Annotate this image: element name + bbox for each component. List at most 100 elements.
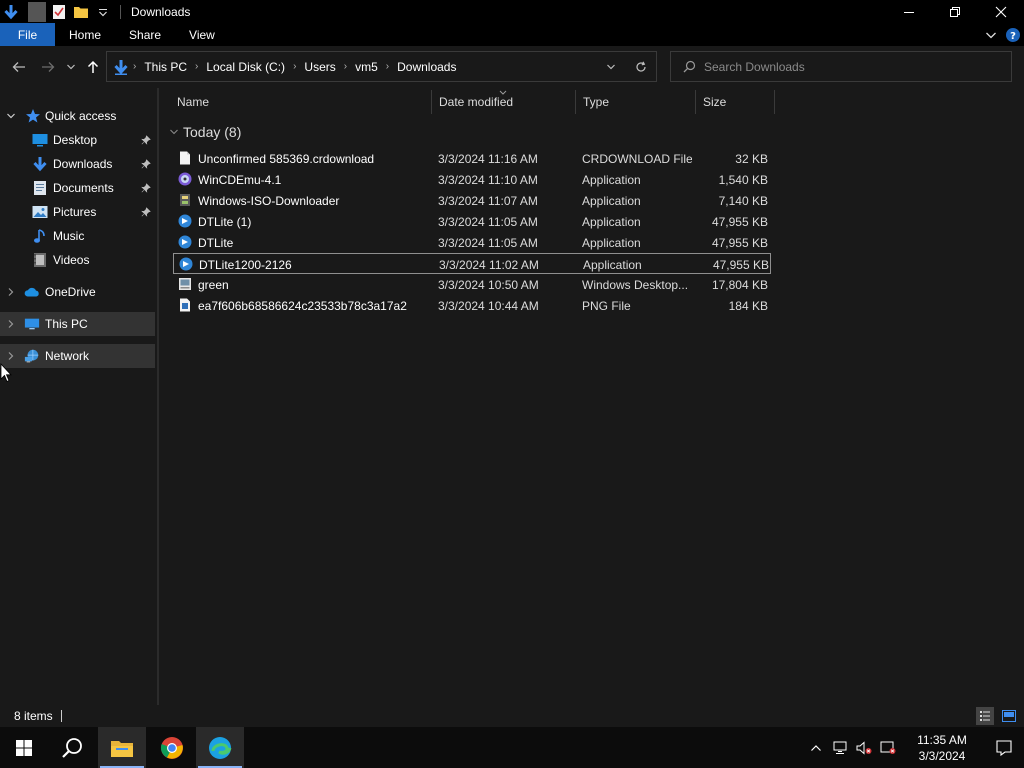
- up-button[interactable]: [82, 56, 104, 78]
- chrome-taskbar-icon[interactable]: [148, 727, 196, 768]
- nav-item-music[interactable]: Music: [0, 224, 155, 248]
- address-bar[interactable]: › This PC › Local Disk (C:) › Users › vm…: [106, 51, 657, 82]
- close-button[interactable]: [978, 0, 1024, 23]
- column-header-size[interactable]: Size: [696, 90, 775, 114]
- title-bar: Downloads: [0, 0, 1024, 23]
- nav-onedrive[interactable]: OneDrive: [0, 280, 155, 304]
- file-size: 1,540 KB: [718, 172, 768, 187]
- breadcrumb-downloads[interactable]: Downloads: [391, 52, 462, 81]
- nav-label: This PC: [45, 317, 88, 331]
- download-arrow-icon: [32, 156, 48, 172]
- nav-item-videos[interactable]: Videos: [0, 248, 155, 272]
- breadcrumb-local-disk[interactable]: Local Disk (C:): [200, 52, 291, 81]
- file-row[interactable]: ea7f606b68586624c23533b78c3a17a2 3/3/202…: [173, 295, 771, 316]
- expand-ribbon-chevron-icon[interactable]: [980, 23, 1002, 46]
- file-row[interactable]: green 3/3/2024 10:50 AM Windows Desktop.…: [173, 274, 771, 295]
- file-type: Application: [582, 214, 641, 229]
- column-header-type[interactable]: Type: [576, 90, 696, 114]
- volume-muted-icon[interactable]: [852, 727, 876, 768]
- properties-icon[interactable]: [50, 2, 68, 22]
- tab-view[interactable]: View: [175, 23, 229, 46]
- pin-icon[interactable]: [139, 200, 153, 224]
- item-count: 8 items: [14, 709, 53, 723]
- breadcrumb-chevron-icon[interactable]: ›: [131, 52, 138, 81]
- daemon-tools-icon: [178, 214, 192, 228]
- breadcrumb-chevron-icon[interactable]: ›: [193, 52, 200, 81]
- file-date: 3/3/2024 11:05 AM: [438, 235, 538, 250]
- search-input[interactable]: [704, 59, 1004, 74]
- breadcrumb-chevron-icon[interactable]: ›: [384, 52, 391, 81]
- nav-network[interactable]: Network: [0, 344, 155, 368]
- file-date: 3/3/2024 11:02 AM: [439, 257, 539, 272]
- large-icons-view-icon[interactable]: [1000, 707, 1018, 725]
- column-header-name[interactable]: Name: [170, 90, 432, 114]
- customize-toolbar-chevron-icon[interactable]: [94, 2, 112, 22]
- back-button[interactable]: [8, 56, 30, 78]
- music-note-icon: [32, 228, 48, 244]
- details-view-icon[interactable]: [976, 707, 994, 725]
- nav-label: OneDrive: [45, 285, 96, 299]
- restore-button[interactable]: [932, 0, 978, 23]
- nav-item-downloads[interactable]: Downloads: [0, 152, 155, 176]
- file-size: 184 KB: [728, 298, 768, 313]
- start-button[interactable]: [0, 727, 48, 768]
- file-row[interactable]: WinCDEmu-4.1 3/3/2024 11:10 AM Applicati…: [173, 169, 771, 190]
- nav-item-documents[interactable]: Documents: [0, 176, 155, 200]
- file-row[interactable]: Windows-ISO-Downloader 3/3/2024 11:07 AM…: [173, 190, 771, 211]
- pin-icon[interactable]: [139, 128, 153, 152]
- minimize-button[interactable]: [886, 0, 932, 23]
- expand-chevron-icon[interactable]: [4, 280, 18, 304]
- tab-home[interactable]: Home: [55, 23, 115, 46]
- app-icon: [178, 193, 192, 207]
- group-header-today[interactable]: Today (8): [167, 122, 241, 142]
- breadcrumb-chevron-icon[interactable]: ›: [342, 52, 349, 81]
- pin-icon[interactable]: [139, 152, 153, 176]
- nav-item-desktop[interactable]: Desktop: [0, 128, 155, 152]
- mouse-cursor-icon: [0, 362, 12, 383]
- blank-file-icon: [178, 151, 192, 165]
- file-date: 3/3/2024 10:50 AM: [438, 277, 539, 292]
- file-type: Application: [582, 172, 641, 187]
- collapse-chevron-icon[interactable]: [4, 104, 18, 128]
- help-icon[interactable]: ?: [1002, 23, 1024, 46]
- search-box[interactable]: [670, 51, 1012, 82]
- file-row[interactable]: DTLite 3/3/2024 11:05 AM Application 47,…: [173, 232, 771, 253]
- collapse-chevron-icon[interactable]: [167, 128, 181, 136]
- file-row[interactable]: DTLite (1) 3/3/2024 11:05 AM Application…: [173, 211, 771, 232]
- recent-locations-chevron-icon[interactable]: [61, 56, 81, 78]
- nav-this-pc[interactable]: This PC: [0, 312, 155, 336]
- window-controls: [886, 0, 1024, 23]
- group-label: Today (8): [183, 124, 242, 140]
- computer-icon: [24, 316, 40, 332]
- forward-button[interactable]: [37, 56, 59, 78]
- file-explorer-taskbar-icon[interactable]: [98, 727, 146, 768]
- refresh-icon[interactable]: [626, 52, 656, 81]
- tab-file[interactable]: File: [0, 23, 55, 46]
- search-taskbar-button[interactable]: [48, 727, 96, 768]
- edge-taskbar-icon[interactable]: [196, 727, 244, 768]
- nav-quick-access[interactable]: Quick access: [0, 104, 155, 128]
- breadcrumb-vm5[interactable]: vm5: [349, 52, 384, 81]
- file-name: Windows-ISO-Downloader: [198, 193, 340, 208]
- breadcrumb-users[interactable]: Users: [298, 52, 341, 81]
- notification-icon[interactable]: [984, 727, 1024, 768]
- nav-item-pictures[interactable]: Pictures: [0, 200, 155, 224]
- action-center-status-icon[interactable]: [876, 727, 900, 768]
- breadcrumb-chevron-icon[interactable]: ›: [291, 52, 298, 81]
- nav-label: Quick access: [45, 109, 117, 123]
- desktop-icon: [32, 132, 48, 148]
- chevron-up-icon[interactable]: [804, 727, 828, 768]
- file-row-focused[interactable]: DTLite1200-2126 3/3/2024 11:02 AM Applic…: [173, 253, 771, 274]
- clock[interactable]: 11:35 AM 3/3/2024: [900, 732, 984, 764]
- download-arrow-icon[interactable]: [2, 2, 20, 22]
- address-history-chevron-icon[interactable]: [596, 52, 626, 81]
- breadcrumb-this-pc[interactable]: This PC: [138, 52, 193, 81]
- png-file-icon: [178, 298, 192, 312]
- network-status-icon[interactable]: [828, 727, 852, 768]
- nav-label: Pictures: [53, 205, 97, 219]
- pin-icon[interactable]: [139, 176, 153, 200]
- file-row[interactable]: Unconfirmed 585369.crdownload 3/3/2024 1…: [173, 148, 771, 169]
- tab-share[interactable]: Share: [115, 23, 175, 46]
- new-folder-icon[interactable]: [72, 2, 90, 22]
- expand-chevron-icon[interactable]: [4, 312, 18, 336]
